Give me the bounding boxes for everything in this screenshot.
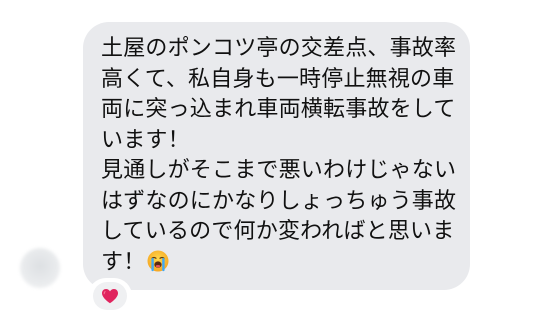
chat-view: 土屋のポンコツ亭の交差点、事故率 高くて、私自身も一時停止無視の車 両に突っ込ま… [0,0,554,315]
message-paragraph-1: 土屋のポンコツ亭の交差点、事故率 高くて、私自身も一時停止無視の車 両に突っ込ま… [101,34,457,156]
message-bubble[interactable]: 土屋のポンコツ亭の交差点、事故率 高くて、私自身も一時停止無視の車 両に突っ込ま… [83,22,470,290]
reaction-badge[interactable] [90,280,130,312]
message-line: 土屋のポンコツ亭の交差点、事故率 [101,36,457,61]
crying-face-icon [147,250,169,272]
message-paragraph-2: 見通しがそこまで悪いわけじゃない はずなのにかなりしょっちゅう事故 しているので… [101,156,457,279]
message-line: 高くて、私自身も一時停止無視の車 [101,66,455,92]
sender-avatar[interactable] [20,248,60,288]
heart-icon [102,289,118,304]
message-line: 見通しがそこまで悪いわけじゃない [101,158,457,183]
message-line: はずなのにかなりしょっちゅう事故 [101,188,457,214]
message-line: います！ [101,127,190,153]
message-line: しているので何か変わればと思いま [101,219,455,244]
message-line-text: す！ [101,249,146,275]
message-line: 両に突っ込まれ車両横転事故をして [101,97,456,122]
reaction-pill [93,282,127,310]
message-line-last: す！ [101,248,452,279]
